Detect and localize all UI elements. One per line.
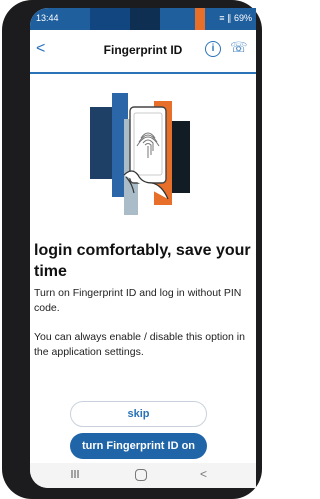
battery-level: 69% bbox=[233, 13, 252, 23]
phone-icon[interactable]: ☏ bbox=[230, 39, 248, 56]
settings-hint-text: You can always enable / disable this opt… bbox=[34, 331, 245, 358]
turn-on-fingerprint-button[interactable]: turn Fingerprint ID on bbox=[70, 433, 207, 459]
system-back-icon[interactable]: < bbox=[200, 467, 207, 481]
description-text: Turn on Fingerprint ID and log in withou… bbox=[34, 287, 242, 314]
status-right: ≡ ∥ 69% bbox=[219, 13, 252, 24]
app-screen: 13:44 ≡ ∥ 69% < Fingerprint ID i ☏ login… bbox=[30, 8, 256, 488]
phone-frame: 13:44 ≡ ∥ 69% < Fingerprint ID i ☏ login… bbox=[2, 0, 262, 499]
status-bar-block bbox=[130, 8, 160, 30]
recent-apps-icon[interactable] bbox=[70, 469, 80, 479]
system-nav-bar: < bbox=[30, 463, 256, 488]
headline: login comfortably, save your time bbox=[34, 242, 251, 280]
header-bar: < Fingerprint ID i ☏ bbox=[30, 30, 256, 74]
skip-button[interactable]: skip bbox=[70, 401, 207, 427]
status-bar: 13:44 ≡ ∥ 69% bbox=[30, 8, 256, 30]
signal-icon: ≡ ∥ bbox=[219, 13, 232, 23]
info-icon[interactable]: i bbox=[205, 41, 221, 57]
home-icon[interactable] bbox=[135, 469, 147, 481]
status-time: 13:44 bbox=[36, 13, 59, 23]
status-bar-block bbox=[195, 8, 205, 30]
fingerprint-illustration bbox=[90, 93, 190, 215]
page-title: Fingerprint ID bbox=[103, 43, 183, 57]
